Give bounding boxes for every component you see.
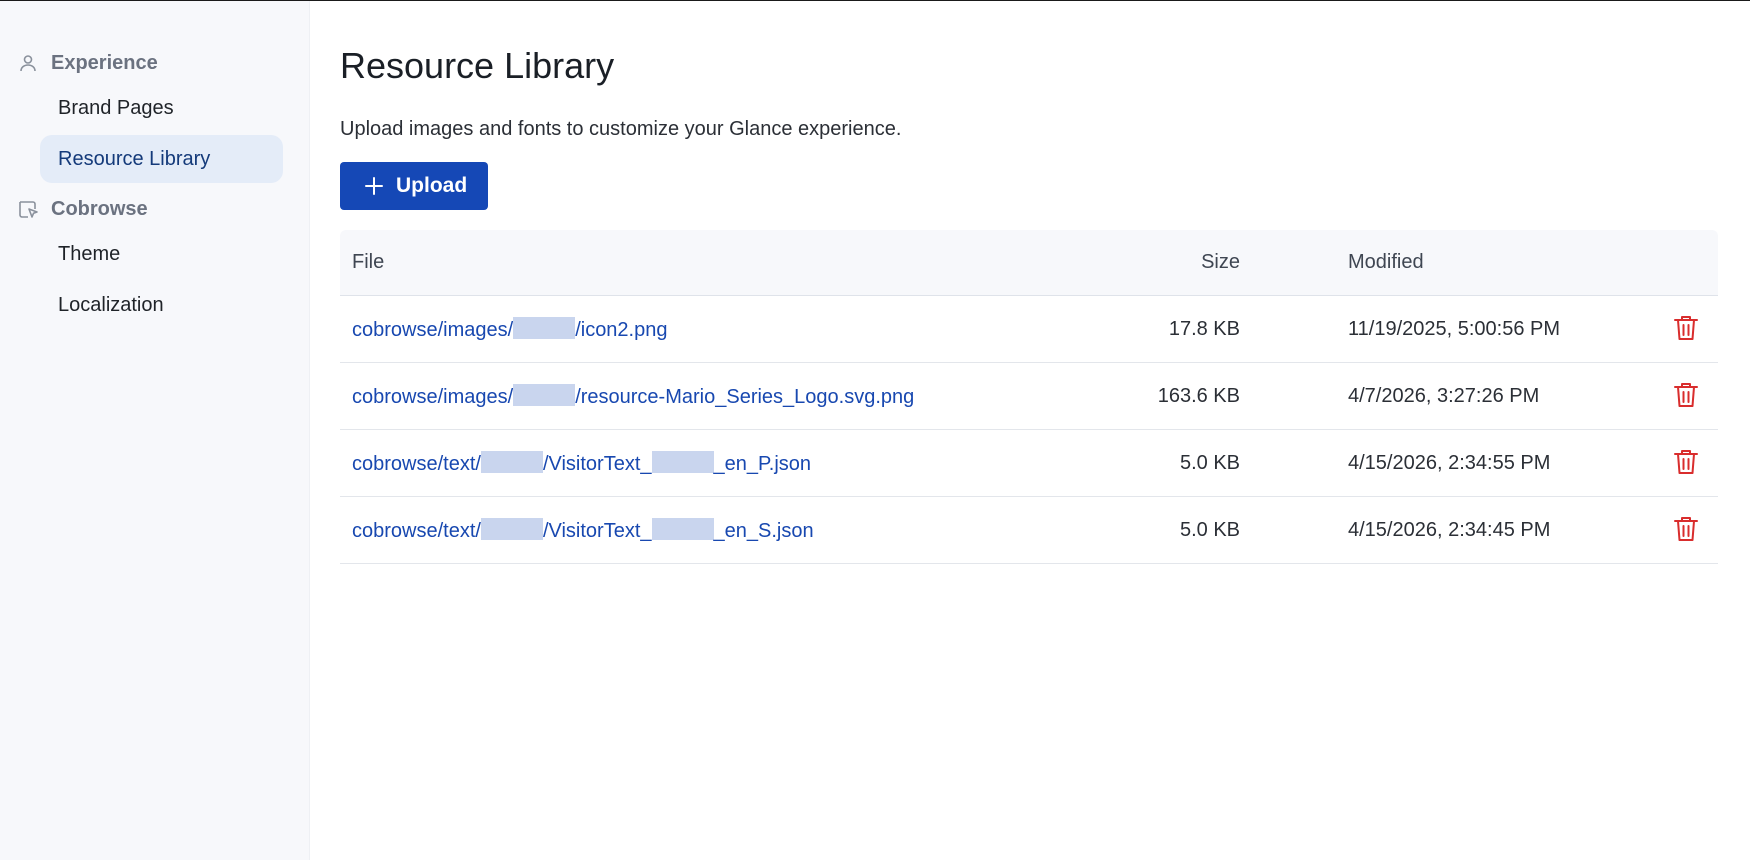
file-path-part: /VisitorText_ [542,519,652,542]
sidebar-item-label: Localization [58,293,164,316]
sidebar-section-label: Experience [51,51,158,74]
upload-button[interactable]: Upload [340,162,489,210]
redacted-segment [651,517,714,540]
file-link[interactable]: cobrowse/images/ /icon2.png [352,316,668,341]
sidebar-item-label: Resource Library [58,147,211,170]
file-path-part: cobrowse/text/ [352,519,481,542]
file-modified: 4/7/2026, 3:27:26 PM [1348,384,1540,407]
sidebar-item-resource-library[interactable]: Resource Library [40,135,283,183]
file-path-part: /resource-Mario_Series_Logo.svg.png [575,385,915,408]
column-header-size[interactable]: Size [1070,251,1240,274]
trash-icon [1673,314,1699,345]
table-header: File Size Modified [340,230,1718,296]
file-modified: 11/19/2025, 5:00:56 PM [1348,317,1561,340]
page-description: Upload images and fonts to customize you… [340,118,902,140]
delete-button[interactable] [1668,445,1704,481]
redacted-segment [513,316,576,339]
file-size: 163.6 KB [1157,384,1240,407]
file-path-part: _en_P.json [713,452,812,475]
delete-button[interactable] [1668,378,1704,414]
upload-button-label: Upload [396,174,468,197]
sidebar-section-cobrowse: Cobrowse [0,191,309,227]
resource-table: File Size Modified cobrowse/images/ /icon… [340,230,1718,564]
file-modified: 4/15/2026, 2:34:55 PM [1348,451,1551,474]
file-path-part: _en_S.json [713,519,814,542]
sidebar-item-label: Brand Pages [58,96,174,119]
file-path-part: cobrowse/images/ [352,318,514,341]
sidebar-section-experience: Experience [0,45,309,81]
redacted-segment [480,450,543,473]
sidebar-item-label: Theme [58,242,121,265]
file-path-part: cobrowse/text/ [352,452,481,475]
plus-icon [364,176,384,196]
file-link[interactable]: cobrowse/text/ /VisitorText_ _en_S.json [352,517,814,542]
redacted-segment [651,450,714,473]
table-row: cobrowse/images/ /icon2.png 17.8 KB 11/19… [340,296,1718,363]
file-link[interactable]: cobrowse/text/ /VisitorText_ _en_P.json [352,450,812,475]
file-modified: 4/15/2026, 2:34:45 PM [1348,518,1551,541]
sidebar-item-brand-pages[interactable]: Brand Pages [40,84,283,132]
trash-icon [1673,515,1699,546]
cobrowse-icon [17,198,39,220]
delete-button[interactable] [1668,512,1704,548]
file-size: 17.8 KB [1168,317,1240,340]
file-path-part: /icon2.png [575,318,668,341]
column-header-file[interactable]: File [340,251,1070,274]
delete-button[interactable] [1668,311,1704,347]
sidebar-item-localization[interactable]: Localization [40,281,283,329]
page-title: Resource Library [340,45,615,86]
sidebar-section-label: Cobrowse [51,197,148,220]
redacted-segment [513,383,576,406]
column-header-modified[interactable]: Modified [1240,251,1638,274]
sidebar-item-theme[interactable]: Theme [40,230,283,278]
file-path-part: cobrowse/images/ [352,385,514,408]
file-size: 5.0 KB [1179,451,1240,474]
trash-icon [1673,381,1699,412]
file-size: 5.0 KB [1179,518,1240,541]
file-path-part: /VisitorText_ [542,452,652,475]
main-content: Resource Library Upload images and fonts… [310,1,1750,860]
person-icon [17,52,39,74]
table-row: cobrowse/text/ /VisitorText_ _en_S.json 5.… [340,497,1718,564]
redacted-segment [480,517,543,540]
trash-icon [1673,448,1699,479]
table-row: cobrowse/images/ /resource-Mario_Series_L… [340,363,1718,430]
table-row: cobrowse/text/ /VisitorText_ _en_P.json 5.… [340,430,1718,497]
file-link[interactable]: cobrowse/images/ /resource-Mario_Series_L… [352,383,915,408]
sidebar: Experience Brand Pages Resource Library … [0,1,310,860]
